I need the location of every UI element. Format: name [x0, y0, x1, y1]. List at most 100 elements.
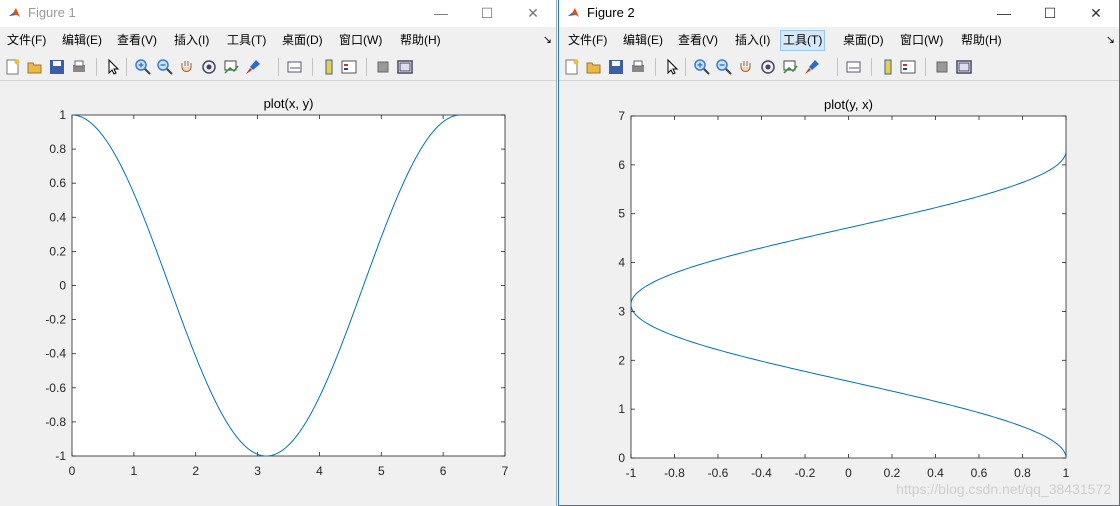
close-button[interactable]: ✕: [1073, 0, 1119, 27]
menu-desktop[interactable]: 桌面(D): [280, 31, 325, 50]
data-cursor-icon[interactable]: [781, 58, 799, 76]
menu-file[interactable]: 文件(F): [5, 31, 48, 50]
y-tick-label: 0.4: [49, 210, 66, 224]
hide-plot-tools-icon[interactable]: [374, 58, 392, 76]
title-bar[interactable]: Figure 1 — ☐ ✕: [0, 0, 556, 27]
pointer-icon[interactable]: [663, 58, 681, 76]
window-title: Figure 1: [28, 5, 76, 20]
figure-toolbar: [559, 54, 1119, 81]
x-tick-label: -1: [626, 466, 637, 480]
legend-icon[interactable]: [899, 58, 917, 76]
toolbar-separator: [126, 58, 127, 76]
watermark-text: https://blog.csdn.net/qq_38431572: [896, 481, 1111, 497]
menu-edit[interactable]: 编辑(E): [60, 31, 104, 50]
brush-icon[interactable]: [244, 58, 262, 76]
menu-window[interactable]: 窗口(W): [898, 31, 945, 50]
menu-view[interactable]: 查看(V): [115, 31, 159, 50]
figure-window-1: Figure 1 — ☐ ✕ 文件(F) 编辑(E) 查看(V) 插入(I) 工…: [0, 0, 557, 506]
open-icon[interactable]: [26, 58, 44, 76]
toolbar-separator: [278, 58, 279, 76]
menu-insert[interactable]: 插入(I): [172, 31, 211, 50]
pan-icon[interactable]: [178, 58, 196, 76]
new-figure-icon[interactable]: [4, 58, 22, 76]
x-tick-label: -0.4: [751, 466, 772, 480]
data-cursor-icon[interactable]: [222, 58, 240, 76]
x-tick-label: 5: [378, 464, 385, 478]
figure-window-2: Figure 2 — ☐ ✕ 文件(F) 编辑(E) 查看(V) 插入(I) 工…: [558, 0, 1120, 506]
plot-area: [630, 115, 1067, 459]
axes-plot-2[interactable]: plot(y, x) -1 -0.8 -0.6 -0.4 -0.2 0 0.2 0.4 0.6 0.…: [559, 81, 1120, 506]
figure-canvas: plot(y, x) -1 -0.8 -0.6 -0.4 -0.2 0 0.2 0.4 0.6 0.…: [559, 81, 1119, 505]
y-tick-label: 0.6: [49, 176, 66, 190]
show-plot-tools-icon[interactable]: [396, 58, 414, 76]
zoom-in-icon[interactable]: [693, 58, 711, 76]
minimize-button[interactable]: —: [981, 0, 1027, 27]
zoom-in-icon[interactable]: [134, 58, 152, 76]
x-tick-label: 0: [845, 466, 852, 480]
menu-help[interactable]: 帮助(H): [959, 31, 1004, 50]
x-tick-label: 3: [254, 464, 261, 478]
print-icon[interactable]: [629, 58, 647, 76]
menu-edit[interactable]: 编辑(E): [621, 31, 665, 50]
zoom-out-icon[interactable]: [156, 58, 174, 76]
zoom-out-icon[interactable]: [715, 58, 733, 76]
legend-icon[interactable]: [340, 58, 358, 76]
show-plot-tools-icon[interactable]: [955, 58, 973, 76]
title-bar[interactable]: Figure 2 — ☐ ✕: [559, 0, 1119, 27]
x-tick-label: 7: [502, 464, 509, 478]
toolbar-separator: [312, 58, 313, 76]
print-icon[interactable]: [70, 58, 88, 76]
x-tick-label: 0.2: [884, 466, 901, 480]
figure-canvas: plot(x, y) 0 1 2 3 4 5 6 7 -1 -0.8 -0.6 -0.4 -0.2 0 0.2…: [0, 81, 556, 506]
x-tick-label: 0.6: [971, 466, 988, 480]
x-tick-label: -0.8: [664, 466, 685, 480]
menu-desktop[interactable]: 桌面(D): [841, 31, 886, 50]
y-tick-label: -0.6: [45, 381, 66, 395]
menu-window[interactable]: 窗口(W): [337, 31, 384, 50]
menu-file[interactable]: 文件(F): [566, 31, 609, 50]
toolbar-separator: [96, 58, 97, 76]
y-tick-label: 0.8: [49, 142, 66, 156]
maximize-button[interactable]: ☐: [1027, 0, 1073, 27]
save-icon[interactable]: [607, 58, 625, 76]
window-title: Figure 2: [587, 5, 635, 20]
hide-plot-tools-icon[interactable]: [933, 58, 951, 76]
new-figure-icon[interactable]: [563, 58, 581, 76]
menu-insert[interactable]: 插入(I): [733, 31, 772, 50]
rotate-3d-icon[interactable]: [200, 58, 218, 76]
minimize-button[interactable]: —: [418, 0, 464, 27]
maximize-button[interactable]: ☐: [464, 0, 510, 27]
link-plot-icon[interactable]: [286, 58, 304, 76]
menu-tools[interactable]: 工具(T): [225, 31, 268, 50]
open-icon[interactable]: [585, 58, 603, 76]
menu-help[interactable]: 帮助(H): [398, 31, 443, 50]
rotate-3d-icon[interactable]: [759, 58, 777, 76]
menu-bar: 文件(F) 编辑(E) 查看(V) 插入(I) 工具(T) 桌面(D) 窗口(W…: [559, 28, 1119, 52]
close-button[interactable]: ✕: [510, 0, 556, 27]
x-tick-label: 0: [69, 464, 76, 478]
menu-tools[interactable]: 工具(T): [780, 30, 826, 51]
x-tick-label: 0.4: [927, 466, 944, 480]
y-tick-label: 1: [618, 402, 625, 416]
y-tick-label: 1: [59, 108, 66, 122]
x-tick-label: -0.6: [708, 466, 729, 480]
y-tick-label: 5: [618, 207, 625, 221]
menu-overflow-icon[interactable]: ↘: [543, 33, 552, 46]
axes-plot-1[interactable]: plot(x, y) 0 1 2 3 4 5 6 7 -1 -0.8 -0.6 -0.4 -0.2 0 0.2…: [0, 81, 557, 506]
toolbar-separator: [366, 58, 367, 76]
menu-bar: 文件(F) 编辑(E) 查看(V) 插入(I) 工具(T) 桌面(D) 窗口(W…: [0, 28, 556, 52]
link-plot-icon[interactable]: [845, 58, 863, 76]
save-icon[interactable]: [48, 58, 66, 76]
y-tick-label: 0.2: [49, 244, 66, 258]
y-tick-label: -0.8: [45, 415, 66, 429]
toolbar-separator: [871, 58, 872, 76]
pointer-icon[interactable]: [104, 58, 122, 76]
pan-icon[interactable]: [737, 58, 755, 76]
menu-view[interactable]: 查看(V): [676, 31, 720, 50]
y-tick-label: -0.4: [45, 347, 66, 361]
colorbar-icon[interactable]: [320, 58, 338, 76]
menu-overflow-icon[interactable]: ↘: [1106, 33, 1115, 46]
colorbar-icon[interactable]: [879, 58, 897, 76]
x-tick-label: -0.2: [795, 466, 816, 480]
brush-icon[interactable]: [803, 58, 821, 76]
